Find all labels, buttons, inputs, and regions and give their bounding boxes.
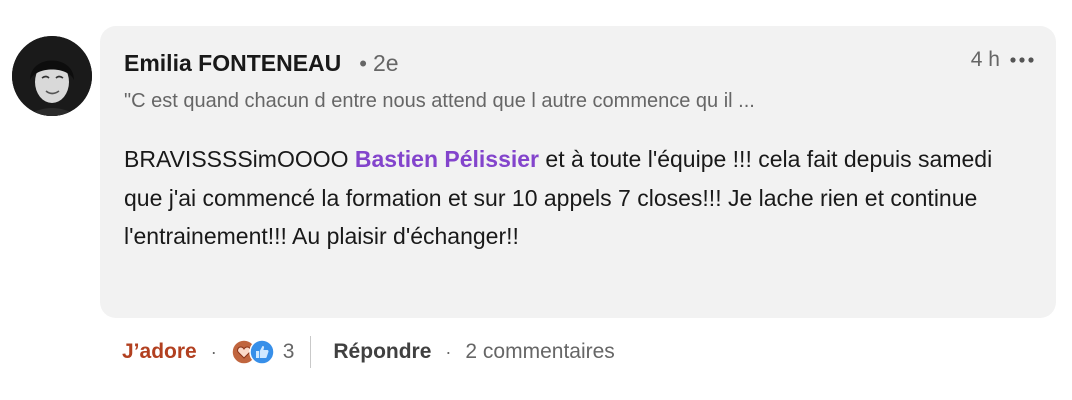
like-icon — [248, 339, 275, 365]
replies-count-link[interactable]: 2 commentaires — [465, 340, 614, 364]
connection-degree: 2e — [372, 50, 399, 76]
love-reaction-button[interactable]: J’adore — [122, 340, 197, 364]
action-separator: · — [210, 341, 217, 362]
comment-text: BRAVISSSSimOOOO Bastien Pélissier et à t… — [124, 140, 1024, 256]
comment-actions: J’adore · 3 Répondre · 2 commentaires — [122, 335, 615, 369]
reply-button[interactable]: Répondre — [333, 340, 431, 364]
time-row: 4 h — [971, 48, 1036, 72]
author-name[interactable]: Emilia FONTENEAU — [124, 50, 341, 77]
degree-separator: • — [359, 51, 367, 76]
avatar-photo — [12, 36, 92, 116]
reaction-count: 3 — [282, 340, 295, 363]
reactions-summary[interactable]: 3 — [230, 339, 295, 365]
more-options-icon[interactable] — [1008, 50, 1036, 70]
mention-link[interactable]: Bastien Pélissier — [355, 146, 539, 172]
avatar[interactable] — [12, 36, 92, 116]
author-headline: "C est quand chacun d entre nous attend … — [124, 90, 755, 112]
action-divider — [310, 336, 312, 368]
action-separator-2: · — [445, 341, 452, 362]
author-row: Emilia FONTENEAU • 2e — [124, 50, 399, 77]
comment-bubble: Emilia FONTENEAU • 2e 4 h "C est quand c… — [100, 26, 1056, 318]
comment-time: 4 h — [970, 48, 1000, 71]
comment-text-start: BRAVISSSSimOOOO — [124, 146, 355, 172]
